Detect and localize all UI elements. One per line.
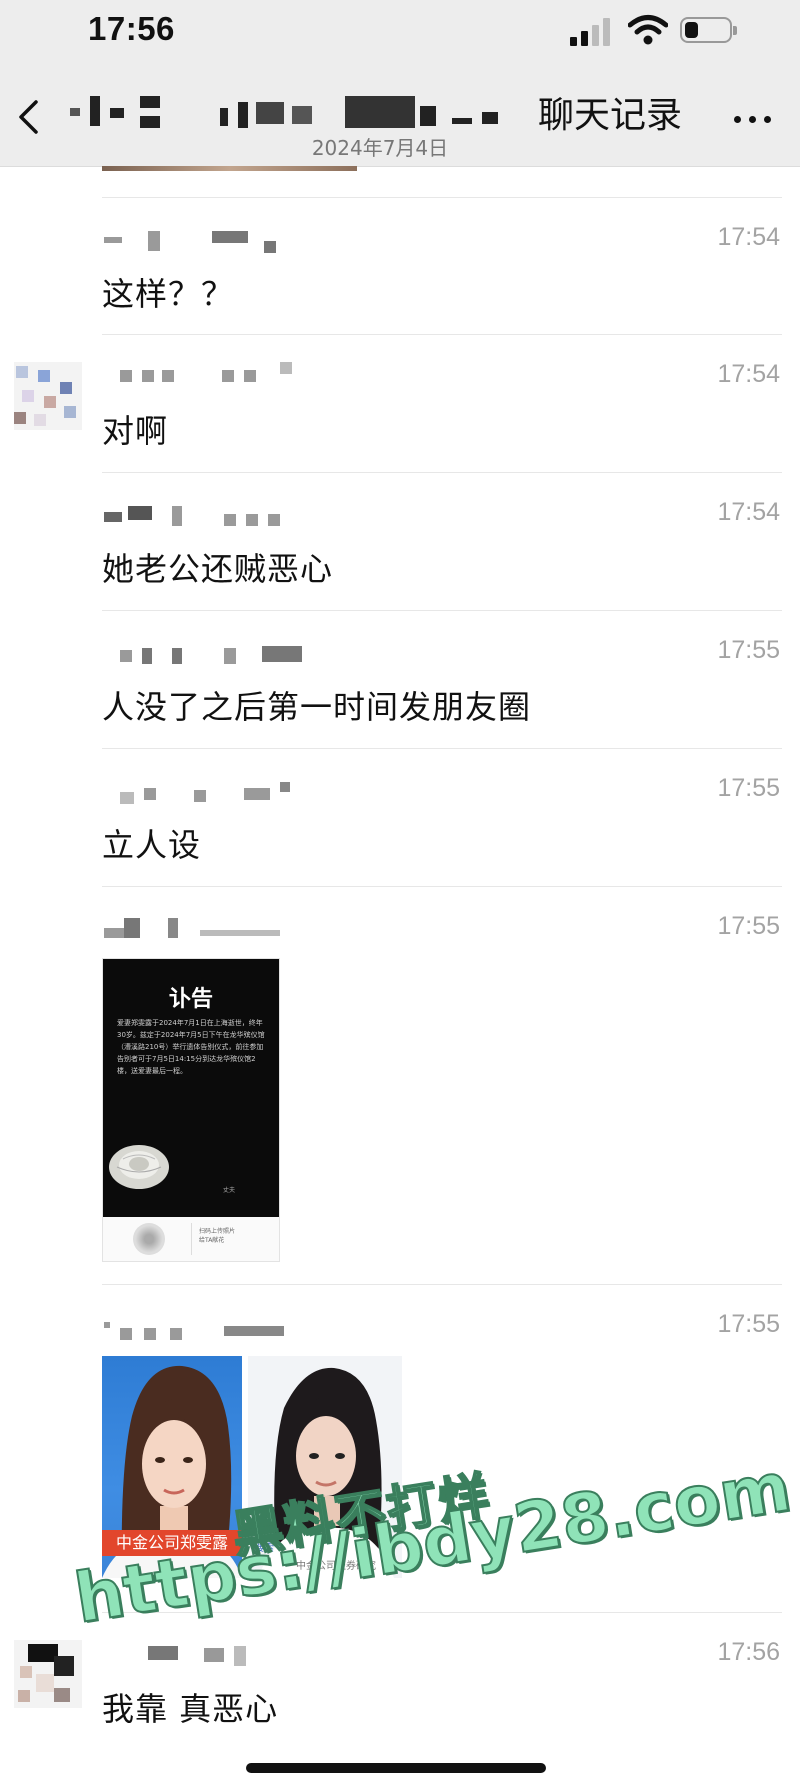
divider xyxy=(102,197,782,198)
record-time: 17:55 xyxy=(717,636,780,664)
redacted-sender xyxy=(104,1640,324,1672)
nav-bar: 聊天记录 2024年7月4日 xyxy=(0,62,800,167)
divider xyxy=(102,334,782,335)
nav-title: 聊天记录 xyxy=(538,95,683,136)
status-time: 17:56 xyxy=(88,10,175,47)
obituary-image[interactable]: 讣告 爱妻郑雯露于2024年7月1日在上海逝世，终年30岁。兹定于2024年7月… xyxy=(102,958,280,1262)
record-text: 我靠 真恶心 xyxy=(102,1690,279,1728)
divider xyxy=(102,1284,782,1285)
obituary-sign: 丈夫 xyxy=(223,1187,236,1194)
record-time: 17:54 xyxy=(717,360,780,388)
obituary-body: 爱妻郑雯露于2024年7月1日在上海逝世，终年30岁。兹定于2024年7月5日下… xyxy=(117,1019,265,1075)
avatar[interactable] xyxy=(14,1640,82,1708)
avatar[interactable] xyxy=(14,362,82,430)
divider xyxy=(102,610,782,611)
record-time: 17:55 xyxy=(717,1310,780,1338)
status-bar: 17:56 xyxy=(0,0,800,62)
divider xyxy=(102,472,782,473)
record-text: 这样？？ xyxy=(102,275,235,313)
obituary-title: 讣告 xyxy=(168,987,213,1012)
divider xyxy=(102,886,782,887)
record-text: 立人设 xyxy=(102,826,202,864)
redacted-title xyxy=(70,92,530,132)
redacted-sender xyxy=(104,776,324,808)
battery-icon xyxy=(680,17,737,43)
record-text: 她老公还贼恶心 xyxy=(102,550,334,588)
flower-icon xyxy=(109,1145,169,1189)
wifi-icon xyxy=(628,15,668,45)
record-time: 17:55 xyxy=(717,774,780,802)
redacted-sender xyxy=(104,362,324,394)
battery-level-fill xyxy=(685,22,698,38)
nav-date: 2024年7月4日 xyxy=(311,136,449,160)
qr-code-icon xyxy=(133,1223,165,1255)
obituary-footer: 扫码上传照片 给TA献花 xyxy=(199,1228,236,1244)
redacted-sender xyxy=(104,1312,324,1344)
record-time: 17:55 xyxy=(717,912,780,940)
redacted-sender xyxy=(104,914,324,946)
record-time: 17:54 xyxy=(717,498,780,526)
cellular-signal-icon xyxy=(570,16,612,46)
chevron-left-icon[interactable] xyxy=(8,92,48,142)
record-text: 人没了之后第一时间发朋友圈 xyxy=(102,688,532,726)
divider xyxy=(102,748,782,749)
more-icon[interactable] xyxy=(728,96,778,136)
redacted-sender xyxy=(104,225,324,257)
record-time: 17:56 xyxy=(717,1638,780,1666)
record-text: 对啊 xyxy=(102,412,169,450)
redacted-sender xyxy=(104,638,324,670)
home-indicator[interactable] xyxy=(246,1763,546,1773)
redacted-sender xyxy=(104,500,324,532)
previous-image-edge xyxy=(102,166,357,171)
record-time: 17:54 xyxy=(717,223,780,251)
